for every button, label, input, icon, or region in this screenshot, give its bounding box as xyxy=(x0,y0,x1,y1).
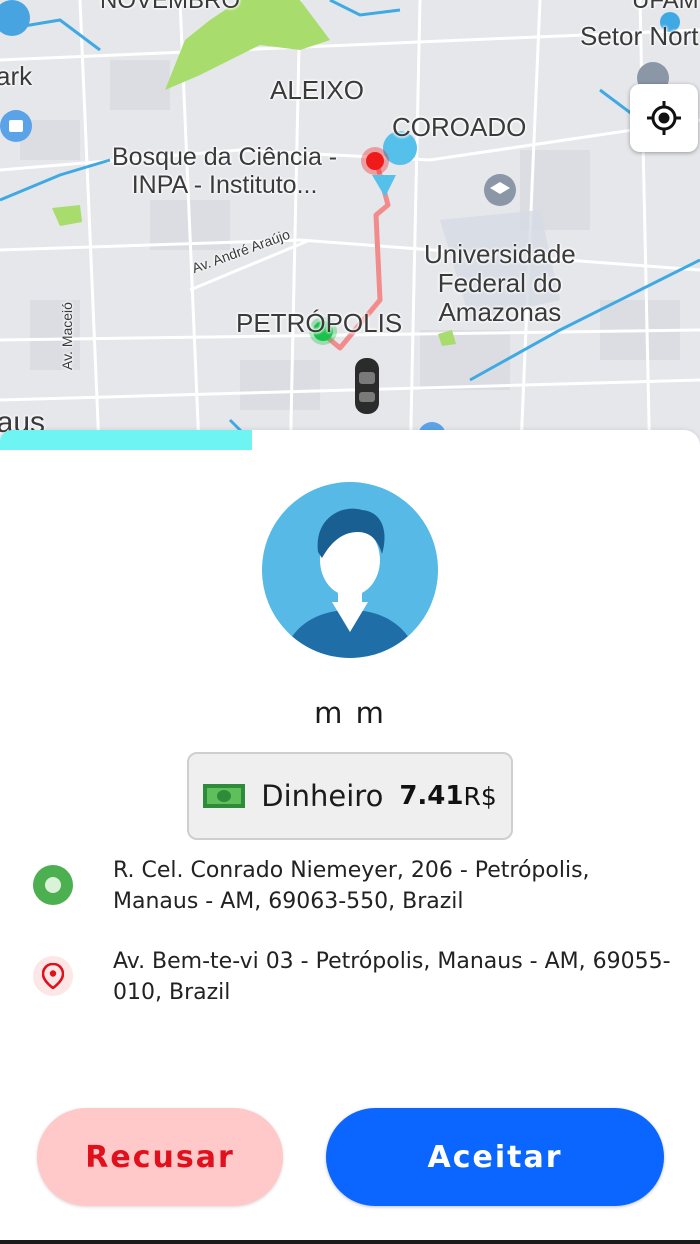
map-label-coroado: COROADO xyxy=(392,112,527,142)
payment-info: Dinheiro 7.41 R$ xyxy=(187,752,513,840)
my-location-icon xyxy=(647,101,681,135)
map-label-petropolis: PETRÓPOLIS xyxy=(236,308,403,338)
avatar-placeholder-icon xyxy=(262,482,438,658)
map-label-bosque: Bosque da Ciência - INPA - Instituto... xyxy=(112,143,338,199)
map-label-maceio: Av. Maceió xyxy=(59,302,75,370)
payment-method: Dinheiro xyxy=(261,779,384,813)
navigation-bar-edge xyxy=(0,1240,700,1244)
map-label-aleixo: ALEIXO xyxy=(270,75,364,105)
map-view[interactable]: NOVEMBRO UFAM - Setor Nort ark ALEIXO CO… xyxy=(0,0,700,470)
ride-request-sheet: m m Dinheiro 7.41 R$ R. Cel. Conrado Nie… xyxy=(0,430,700,1244)
payment-currency: R$ xyxy=(463,781,497,811)
map-label-universidade: Universidade Federal do Amazonas xyxy=(424,239,576,328)
request-timer-bar xyxy=(0,430,700,450)
location-pin-icon xyxy=(33,956,73,996)
map-label-novembro: NOVEMBRO xyxy=(100,0,241,14)
origin-address: R. Cel. Conrado Niemeyer, 206 - Petrópol… xyxy=(113,858,590,914)
map-label-setor: Setor Nort xyxy=(580,21,699,51)
accept-button[interactable]: Aceitar xyxy=(326,1108,664,1206)
passenger-avatar xyxy=(262,482,438,658)
origin-dot-icon xyxy=(33,865,73,905)
map-label-ark: ark xyxy=(0,61,33,91)
passenger-name: m m xyxy=(314,696,386,730)
cash-icon xyxy=(203,784,246,808)
my-location-button[interactable] xyxy=(630,84,698,152)
destination-address: Av. Bem-te-vi 03 - Petrópolis, Manaus - … xyxy=(113,949,671,1005)
payment-amount: 7.41 xyxy=(399,781,464,811)
decline-button[interactable]: Recusar xyxy=(37,1108,283,1206)
map-canvas xyxy=(0,0,700,470)
request-timer-fill xyxy=(0,430,252,450)
map-label-ufam: UFAM - xyxy=(632,0,700,14)
